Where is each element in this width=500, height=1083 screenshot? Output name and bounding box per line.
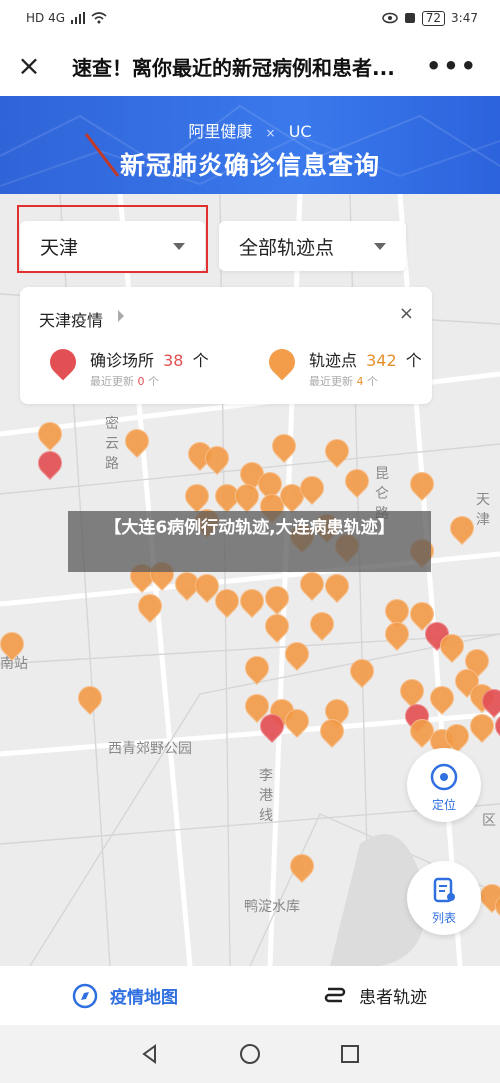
track-sub-unit: 个 [367, 375, 378, 388]
track-main: 轨迹点 342 个 [309, 347, 422, 371]
track-label: 轨迹点 [309, 351, 358, 370]
region-select-highlight [17, 205, 208, 273]
locate-label: 定位 [431, 798, 456, 812]
track-sub-prefix: 最近更新 [309, 375, 353, 388]
map-pin-icon [263, 343, 301, 381]
locate-icon [430, 763, 458, 791]
map-pin-icon [44, 343, 82, 381]
brand-separator: × [265, 126, 276, 140]
track-icon [324, 987, 346, 1002]
overlay-caption: 【大连6病例行动轨迹,大连病患轨迹】 [68, 511, 431, 572]
map-label-tianjin: 天津 [476, 492, 490, 528]
confirmed-sub-prefix: 最近更新 [90, 375, 134, 388]
clock: 3:47 [451, 11, 478, 25]
map-label-qu: 区 [482, 813, 496, 829]
status-left: HD 4G [26, 11, 107, 25]
caret-down-icon [374, 242, 386, 250]
chevron-right-icon [118, 310, 124, 322]
confirmed-sub: 最近更新 0 个 [90, 373, 159, 389]
banner-heading: 新冠肺炎确诊信息查询 [119, 151, 380, 180]
tab-tracks[interactable]: 患者轨迹 [250, 966, 500, 1025]
confirmed-sub-unit: 个 [148, 375, 159, 388]
tab-tracks-label: 患者轨迹 [359, 988, 427, 1008]
points-select[interactable]: 全部轨迹点 [219, 221, 406, 271]
banner-logos: 阿里健康 × UC [0, 118, 500, 142]
confirmed-sub-count: 0 [137, 375, 145, 388]
map-label-miyun: 密云路 [105, 416, 119, 472]
more-icon[interactable]: ••• [426, 52, 478, 80]
confirmed-unit: 个 [192, 351, 209, 370]
map-label-xiqing-park: 西青郊野公园 [108, 741, 192, 757]
banner: 阿里健康 × UC 新冠肺炎确诊信息查询 [0, 96, 500, 194]
locate-button[interactable]: 定位 [407, 748, 481, 822]
map-label-yaduo: 鸭淀水库 [244, 899, 300, 915]
app-bar: × 速查！离你最近的新冠病例和患者... ••• [0, 36, 500, 96]
tab-map[interactable]: 疫情地图 [0, 966, 250, 1025]
compass-icon [72, 983, 98, 1008]
track-count: 342 [366, 351, 397, 370]
points-select-value: 全部轨迹点 [239, 236, 335, 259]
brand-right: UC [288, 122, 312, 141]
tab-map-label: 疫情地图 [110, 988, 178, 1008]
list-label: 列表 [431, 911, 456, 925]
signal-icon [71, 12, 86, 24]
track-sub-count: 4 [356, 375, 364, 388]
brand-left: 阿里健康 [188, 122, 253, 141]
track-sub: 最近更新 4 个 [309, 373, 378, 389]
home-icon[interactable] [239, 1043, 261, 1065]
wifi-icon [91, 12, 107, 24]
stats-card: 天津疫情 × 确诊场所 38 个 最近更新 0 个 轨迹点 342 个 最近更新… [20, 287, 432, 404]
map-label-ligang: 李港线 [259, 768, 273, 824]
status-right: 72 3:47 [382, 10, 478, 26]
battery-indicator: 72 [421, 10, 446, 26]
back-icon[interactable] [139, 1043, 161, 1065]
list-button[interactable]: 列表 [407, 861, 481, 935]
network-text: HD 4G [26, 11, 66, 25]
page-title: 速查！离你最近的新冠病例和患者... [72, 55, 395, 80]
close-icon[interactable]: × [399, 303, 414, 324]
track-unit: 个 [405, 351, 422, 370]
close-icon[interactable]: × [16, 52, 42, 80]
list-icon [433, 877, 455, 903]
system-nav [0, 1025, 500, 1083]
eye-icon [382, 12, 398, 24]
mute-icon [404, 13, 415, 23]
recents-icon[interactable] [339, 1043, 361, 1065]
status-bar: HD 4G 72 3:47 [0, 0, 500, 36]
confirmed-count: 38 [163, 351, 184, 370]
confirmed-label: 确诊场所 [90, 351, 155, 370]
confirmed-main: 确诊场所 38 个 [90, 347, 209, 371]
stats-card-header[interactable]: 天津疫情 [39, 307, 103, 331]
bottom-nav: 疫情地图 患者轨迹 [0, 966, 500, 1025]
